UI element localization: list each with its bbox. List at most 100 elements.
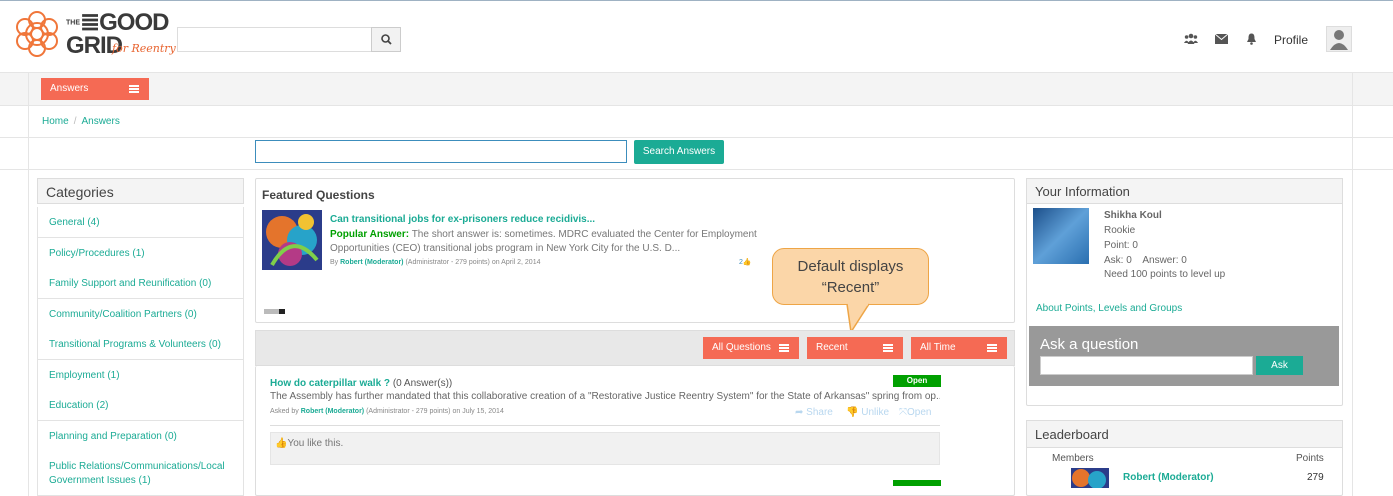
question-answer-count: (0 Answer(s)) bbox=[392, 378, 453, 389]
carousel-pager[interactable] bbox=[264, 309, 286, 314]
logo-the: THE bbox=[66, 19, 80, 27]
category-item[interactable]: Public Relations/Communications/Local Go… bbox=[37, 451, 244, 496]
answers-menu-label: Answers bbox=[50, 83, 89, 94]
meta-by: By bbox=[330, 259, 339, 266]
all-questions-label: All Questions bbox=[712, 342, 771, 353]
divider bbox=[270, 425, 940, 426]
nav-band bbox=[0, 72, 1393, 105]
recent-label: Recent bbox=[816, 342, 848, 353]
meta-details: (Administrator - 279 points) on July 15,… bbox=[366, 408, 504, 415]
user-silhouette-icon bbox=[1330, 30, 1348, 50]
callout-line1: Default displays bbox=[797, 258, 904, 275]
featured-thumbnail[interactable] bbox=[262, 210, 322, 270]
breadcrumb-band bbox=[0, 105, 1393, 137]
leaderboard-points-header: Points bbox=[1296, 453, 1324, 464]
unlike-label: Unlike bbox=[861, 407, 890, 418]
category-item[interactable]: Policy/Procedures (1) bbox=[37, 238, 244, 269]
status-badge: Open bbox=[893, 375, 941, 387]
user-ask-answer: Ask: 0 Answer: 0 bbox=[1104, 255, 1187, 266]
category-item-line1: Public Relations/Communications/Local bbox=[49, 461, 225, 472]
global-search-input[interactable] bbox=[177, 27, 372, 52]
global-search-button[interactable] bbox=[371, 27, 401, 52]
category-item[interactable]: Transitional Programs & Volunteers (0) bbox=[37, 329, 244, 360]
category-item[interactable]: Family Support and Reunification (0) bbox=[37, 268, 244, 299]
thumbs-down-icon: 👎 bbox=[846, 407, 859, 418]
ask-question-title: Ask a question bbox=[1040, 336, 1139, 353]
leaderboard-member-link[interactable]: Robert (Moderator) bbox=[1123, 472, 1214, 483]
search-icon bbox=[380, 34, 392, 45]
expand-icon: ⤧ bbox=[899, 407, 907, 418]
breadcrumb-current[interactable]: Answers bbox=[81, 116, 119, 127]
featured-meta: By Robert (Moderator) (Administrator - 2… bbox=[330, 259, 540, 266]
featured-answer-text: The short answer is: sometimes. MDRC eva… bbox=[411, 229, 757, 240]
ask-button[interactable]: Ask bbox=[1256, 356, 1303, 375]
answers-search-input[interactable] bbox=[255, 140, 627, 163]
category-item[interactable]: Planning and Preparation (0) bbox=[37, 421, 244, 452]
featured-title: Featured Questions bbox=[262, 188, 375, 202]
hamburger-icon bbox=[129, 85, 139, 93]
category-item-line2: Government Issues (1) bbox=[49, 475, 151, 486]
callout-tail bbox=[846, 303, 870, 333]
user-avatar[interactable] bbox=[1033, 208, 1089, 264]
question-title-link[interactable]: How do caterpillar walk ? bbox=[270, 378, 390, 389]
hamburger-icon bbox=[779, 344, 789, 352]
meta-asked: Asked by bbox=[270, 408, 299, 415]
category-item[interactable]: Community/Coalition Partners (0) bbox=[37, 299, 244, 330]
logo-flower-icon[interactable] bbox=[12, 9, 62, 59]
featured-question-link[interactable]: Can transitional jobs for ex-prisoners r… bbox=[330, 214, 595, 225]
category-item[interactable]: Education (2) bbox=[37, 390, 244, 421]
question-body: The Assembly has further mandated that t… bbox=[270, 391, 940, 402]
share-label: Share bbox=[806, 407, 833, 418]
all-time-filter[interactable]: All Time bbox=[911, 337, 1007, 359]
leaderboard-title: Leaderboard bbox=[1026, 420, 1343, 448]
user-name-link[interactable]: Shikha Koul bbox=[1104, 210, 1162, 221]
hamburger-icon bbox=[987, 344, 997, 352]
leaderboard-avatar[interactable] bbox=[1071, 468, 1109, 488]
search-answers-button[interactable]: Search Answers bbox=[634, 140, 724, 164]
meta-author-link[interactable]: Robert (Moderator) bbox=[301, 408, 364, 415]
leaderboard-member-points: 279 bbox=[1307, 472, 1324, 483]
user-rank: Rookie bbox=[1104, 225, 1136, 236]
users-icon[interactable] bbox=[1184, 33, 1198, 47]
open-button[interactable]: ⤧Open bbox=[899, 407, 931, 418]
callout-annotation: Default displays “Recent” bbox=[772, 248, 929, 305]
category-item[interactable]: Employment (1) bbox=[37, 360, 244, 391]
category-item[interactable]: General (4) bbox=[37, 207, 244, 238]
left-gutter-line bbox=[28, 72, 29, 496]
thumbs-up-icon: 👍 bbox=[742, 259, 752, 266]
leaderboard-members-header: Members bbox=[1052, 453, 1094, 464]
breadcrumb-home[interactable]: Home bbox=[42, 116, 69, 127]
recent-filter[interactable]: Recent bbox=[807, 337, 903, 359]
about-points-link[interactable]: About Points, Levels and Groups bbox=[1036, 303, 1182, 314]
share-button[interactable]: ➦ Share bbox=[795, 407, 833, 418]
question-title-row: How do caterpillar walk ? (0 Answer(s)) bbox=[270, 378, 452, 389]
popular-answer-label: Popular Answer: bbox=[330, 229, 410, 240]
your-info-title: Your Information bbox=[1026, 178, 1343, 204]
meta-author-link[interactable]: Robert (Moderator) bbox=[340, 259, 403, 266]
question-meta: Asked by Robert (Moderator) (Administrat… bbox=[270, 408, 504, 415]
you-like-box: 👍You like this. bbox=[270, 432, 940, 465]
categories-title: Categories bbox=[37, 178, 244, 204]
featured-answer-line2: Opportunities (CEO) transitional jobs pr… bbox=[330, 243, 681, 254]
answers-menu-button[interactable]: Answers bbox=[41, 78, 149, 100]
bell-icon[interactable] bbox=[1244, 33, 1258, 47]
logo-subtitle: for Reentry bbox=[112, 42, 176, 55]
hamburger-icon bbox=[883, 344, 893, 352]
user-level-up: Need 100 points to level up bbox=[1104, 269, 1226, 280]
featured-likes[interactable]: 2👍 bbox=[739, 258, 752, 266]
avatar[interactable] bbox=[1326, 26, 1352, 52]
meta-details: (Administrator - 279 points) on April 2,… bbox=[405, 259, 541, 266]
breadcrumb-separator: / bbox=[73, 116, 77, 127]
all-questions-filter[interactable]: All Questions bbox=[703, 337, 799, 359]
unlike-button[interactable]: 👎 Unlike bbox=[846, 407, 889, 418]
open-label: Open bbox=[907, 407, 932, 418]
breadcrumb: Home / Answers bbox=[42, 116, 120, 127]
ask-question-input[interactable] bbox=[1040, 356, 1253, 375]
status-badge-next bbox=[893, 480, 941, 486]
all-time-label: All Time bbox=[920, 342, 956, 353]
profile-link[interactable]: Profile bbox=[1274, 33, 1308, 47]
you-like-text: You like this. bbox=[287, 438, 344, 449]
envelope-icon[interactable] bbox=[1214, 33, 1228, 47]
share-icon: ➦ bbox=[795, 407, 804, 418]
callout-line2: “Recent” bbox=[821, 279, 880, 296]
